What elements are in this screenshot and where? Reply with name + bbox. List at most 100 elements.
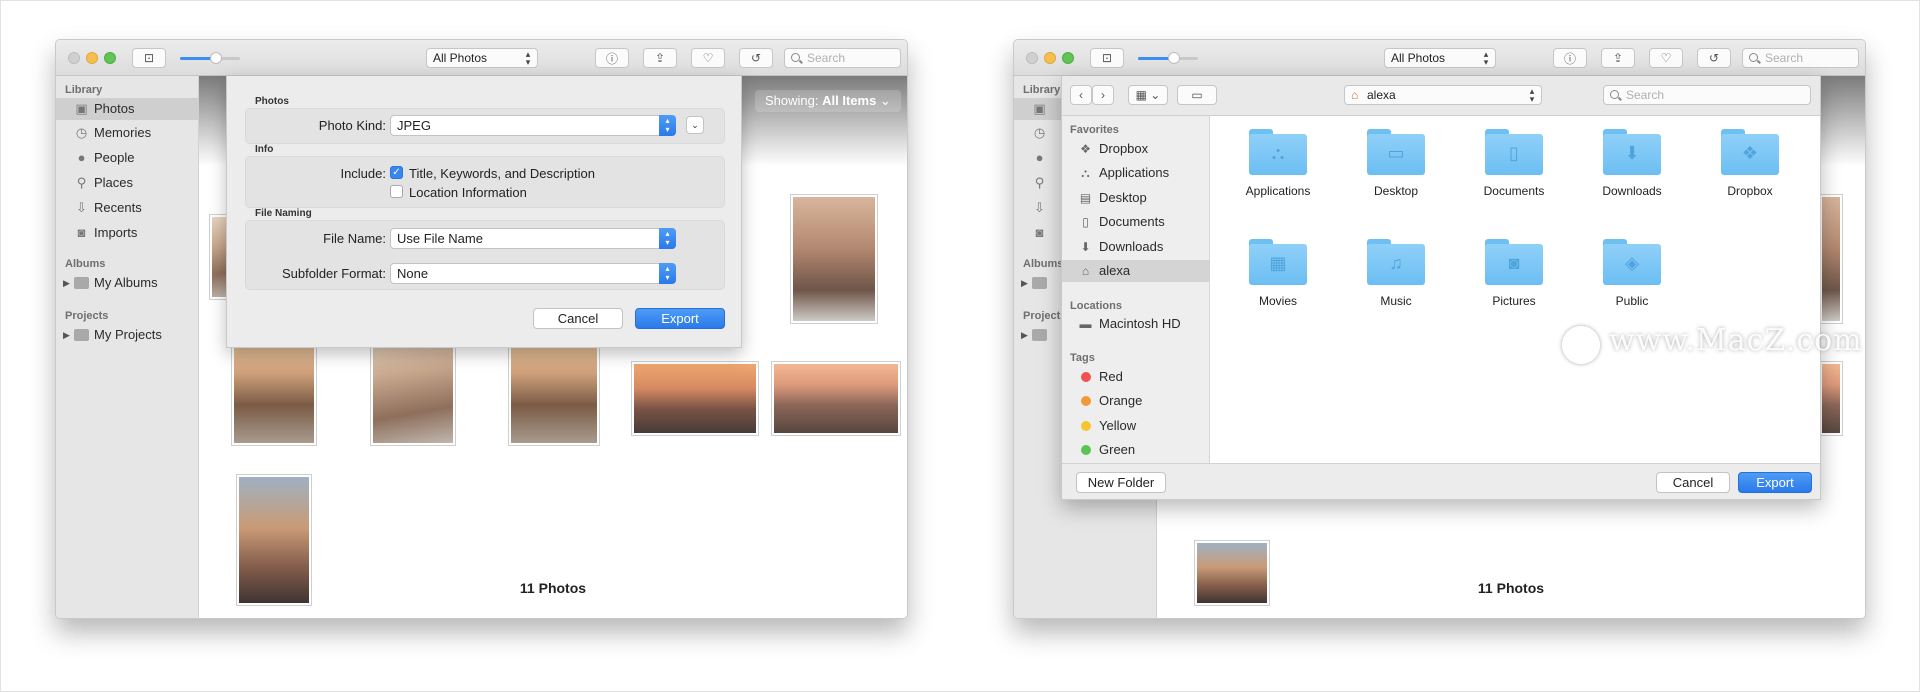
macz-logo-icon [1562,326,1600,364]
applications-icon: ⛬ [1081,166,1090,180]
zoom-slider[interactable] [180,52,240,64]
photo-thumbnail[interactable] [508,332,600,446]
save-dialog-toolbar: ‹ › ▦ ⌄ ▭ ⌂ alexa ▴ ▾ Search [1062,76,1820,116]
rotate-button[interactable]: ↺ [739,48,773,68]
search-icon [791,53,800,62]
sidebar-item-people[interactable]: ● People [56,147,199,169]
include-location-checkbox[interactable] [390,185,403,198]
tag-item-orange[interactable]: Orange [1062,390,1210,412]
tag-item-yellow[interactable]: Yellow [1062,415,1210,437]
rotate-button[interactable]: ↺ [1697,48,1731,68]
showing-filter-button[interactable]: Showing: All Items ⌄ [755,90,901,112]
minimize-button[interactable] [1044,52,1056,64]
sidebar-item-my-projects[interactable]: ▶ My Projects [56,324,199,346]
search-field[interactable]: Search [1742,48,1859,68]
folder-item-downloads[interactable]: ⬇ Downloads [1582,129,1682,198]
cancel-button[interactable]: Cancel [533,308,623,329]
include-title-checkbox[interactable]: ✓ [390,166,403,179]
disclosure-triangle-icon[interactable]: ▶ [1021,272,1028,294]
photo-thumbnail[interactable] [1819,361,1843,436]
sidebar-item-imports[interactable]: ◙ Imports [56,222,199,244]
desktop-glyph-icon: ▭ [1387,143,1405,163]
zoom-button[interactable] [104,52,116,64]
folder-item-music[interactable]: ♫ Music [1346,239,1446,308]
save-dialog-sidebar: Favorites ❖ Dropbox ⛬ Applications ▤ Deskto… [1062,116,1210,464]
home-icon: ⌂ [1351,88,1359,102]
subfolder-format-popup[interactable]: None ▴ ▾ [390,263,676,284]
new-folder-button[interactable]: New Folder [1076,472,1166,493]
slideshow-button[interactable]: ⊡ [132,48,166,68]
sidebar-item-memories[interactable]: ◷ Memories [56,122,199,144]
folder-item-public[interactable]: ◈ Public [1582,239,1682,308]
new-folder-toolbar-button[interactable]: ▭ [1177,85,1217,105]
disclosure-triangle-icon[interactable]: ▶ [63,272,70,294]
info-button[interactable]: ⓘ [1553,48,1587,68]
photo-thumbnail[interactable] [790,194,878,324]
save-search-field[interactable]: Search [1603,85,1811,105]
minimize-button[interactable] [86,52,98,64]
traffic-lights [68,52,116,64]
location-item-macintosh-hd[interactable]: ▬ Macintosh HD [1062,313,1210,335]
folder-item-desktop[interactable]: ▭ Desktop [1346,129,1446,198]
slideshow-button[interactable]: ⊡ [1090,48,1124,68]
sidebar-item-my-albums[interactable]: ▶ My Albums [56,272,199,294]
sidebar-item-places[interactable]: ⚲ Places [56,172,199,194]
photo-thumbnail[interactable] [370,332,456,446]
favorites-header: Favorites [1070,124,1119,136]
search-icon [1749,53,1758,62]
view-selector[interactable]: All Photos ▴ ▾ [426,48,538,68]
pin-icon: ⚲ [1034,175,1045,190]
file-name-popup[interactable]: Use File Name ▴ ▾ [390,228,676,249]
back-button[interactable]: ‹ [1070,85,1092,105]
close-button[interactable] [68,52,80,64]
photo-thumbnail[interactable] [1819,194,1843,324]
view-mode-button[interactable]: ▦ ⌄ [1128,85,1168,105]
photo-thumbnail[interactable] [771,361,901,436]
favorite-item-dropbox[interactable]: ❖ Dropbox [1062,138,1210,160]
camera-icon: ◙ [1035,225,1044,240]
zoom-button[interactable] [1062,52,1074,64]
favorite-item-downloads[interactable]: ⬇ Downloads [1062,236,1210,258]
info-button[interactable]: ⓘ [595,48,629,68]
search-field[interactable]: Search [784,48,901,68]
disclosure-triangle-icon[interactable]: ▶ [63,324,70,346]
favorite-button[interactable]: ♡ [691,48,725,68]
export-button[interactable]: Export [1738,472,1812,493]
view-selector[interactable]: All Photos ▴ ▾ [1384,48,1496,68]
disclosure-triangle-icon[interactable]: ▶ [1021,324,1028,346]
favorite-item-alexa[interactable]: ⌂ alexa [1062,260,1210,282]
share-button[interactable]: ⇪ [1601,48,1635,68]
chevron-down-icon: ⌄ [691,120,699,130]
share-button[interactable]: ⇪ [643,48,677,68]
sidebar-item-photos[interactable]: ▣ Photos [56,98,199,120]
info-icon: ⓘ [605,51,618,66]
location-popup[interactable]: ⌂ alexa ▴ ▾ [1344,85,1542,105]
close-button[interactable] [1026,52,1038,64]
heart-icon: ♡ [702,51,714,65]
favorite-item-desktop[interactable]: ▤ Desktop [1062,187,1210,209]
photo-kind-popup[interactable]: JPEG ▴ ▾ [390,115,676,136]
favorite-label: Applications [1099,165,1170,180]
sidebar-item-recents[interactable]: ⇩ Recents [56,197,199,219]
folder-item-dropbox[interactable]: ❖ Dropbox [1700,129,1800,198]
favorite-button[interactable]: ♡ [1649,48,1683,68]
tag-item-red[interactable]: Red [1062,366,1210,388]
more-options-button[interactable]: ⌄ [686,116,704,134]
tag-item-green[interactable]: Green [1062,439,1210,461]
folder-item-movies[interactable]: ▦ Movies [1228,239,1328,308]
export-button[interactable]: Export [635,308,725,329]
showing-prefix: Showing: [765,93,819,108]
favorite-item-applications[interactable]: ⛬ Applications [1062,162,1210,184]
zoom-slider[interactable] [1138,52,1198,64]
favorite-item-documents[interactable]: ▯ Documents [1062,211,1210,233]
forward-button[interactable]: › [1092,85,1114,105]
photo-thumbnail[interactable] [231,332,317,446]
photo-thumbnail[interactable] [631,361,759,436]
folder-item-applications[interactable]: ⛬ Applications [1228,129,1328,198]
cancel-button[interactable]: Cancel [1656,472,1730,493]
folder-item-pictures[interactable]: ◙ Pictures [1464,239,1564,308]
photo-thumbnail[interactable] [1194,540,1270,606]
folder-item-documents[interactable]: ▯ Documents [1464,129,1564,198]
library-header: Library [65,84,103,96]
sidebar-item-label: Imports [94,225,138,240]
